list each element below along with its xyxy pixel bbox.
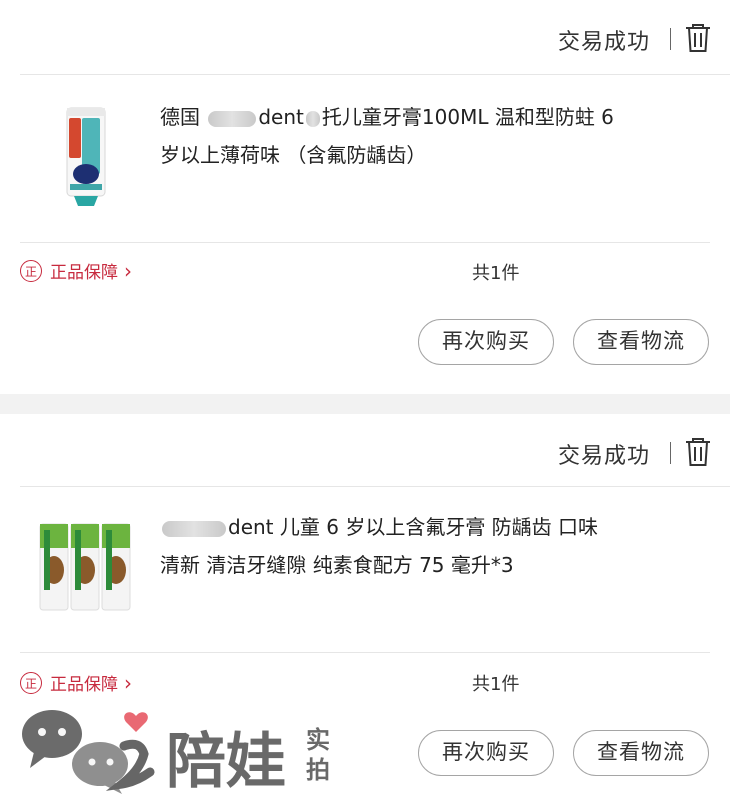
divider	[20, 242, 710, 243]
guarantee-label: 正品保障	[50, 263, 118, 283]
order-header: 交易成功	[0, 414, 730, 488]
guarantee-label: 正品保障	[50, 675, 118, 695]
watermark-logo: 陪娃 实 拍	[22, 710, 330, 797]
order-status: 交易成功	[557, 444, 650, 469]
separator	[669, 28, 671, 50]
order-status: 交易成功	[557, 30, 650, 55]
divider	[20, 652, 710, 653]
watermark-text: 陪娃	[166, 727, 286, 797]
rebuy-button[interactable]: 再次购买	[418, 319, 554, 365]
watermark-side-text-1: 实	[306, 726, 330, 754]
product-title-rest: 儿童 6 岁以上含氟牙膏 防龋齿 口味清新 清洁牙缝隙 纯素食配方 75 毫升*…	[160, 515, 599, 577]
redacted-text	[162, 520, 226, 537]
authenticity-guarantee-link[interactable]: 正 正品保障 ›	[20, 670, 132, 695]
product-title-prefix: 德国	[160, 105, 200, 129]
product-title[interactable]: 德国 dent 托儿童牙膏100ML 温和型防蛀 6 岁以上薄荷味 （含氟防龋齿）	[160, 98, 630, 174]
divider	[20, 486, 730, 487]
view-logistics-button[interactable]: 查看物流	[573, 319, 709, 365]
redacted-text	[305, 110, 320, 127]
order-card: 交易成功 德国 dent 托儿童牙膏100ML 温和型防蛀 6 岁以上薄荷味 （含…	[0, 0, 730, 394]
product-title-mid: dent	[228, 515, 274, 539]
divider	[20, 74, 730, 75]
authentic-badge-icon: 正	[20, 671, 42, 694]
chevron-right-icon: ›	[124, 670, 132, 695]
trash-icon[interactable]	[684, 22, 712, 54]
product-thumbnail[interactable]	[38, 516, 134, 616]
watermark-side-text-2: 拍	[306, 756, 330, 784]
chevron-right-icon: ›	[124, 258, 132, 283]
product-title-mid: dent	[258, 105, 304, 129]
view-logistics-button[interactable]: 查看物流	[573, 730, 709, 776]
item-count: 共1件	[472, 674, 520, 695]
authenticity-guarantee-link[interactable]: 正 正品保障 ›	[20, 258, 132, 283]
order-header: 交易成功	[0, 0, 730, 74]
authentic-badge-icon: 正	[20, 259, 42, 282]
rebuy-button[interactable]: 再次购买	[418, 730, 554, 776]
redacted-text	[208, 110, 257, 127]
trash-icon[interactable]	[684, 436, 712, 468]
product-thumbnail[interactable]	[64, 104, 108, 208]
product-title[interactable]: dent 儿童 6 岁以上含氟牙膏 防龋齿 口味清新 清洁牙缝隙 纯素食配方 7…	[160, 508, 610, 584]
item-count: 共1件	[472, 263, 520, 284]
separator	[669, 442, 671, 464]
